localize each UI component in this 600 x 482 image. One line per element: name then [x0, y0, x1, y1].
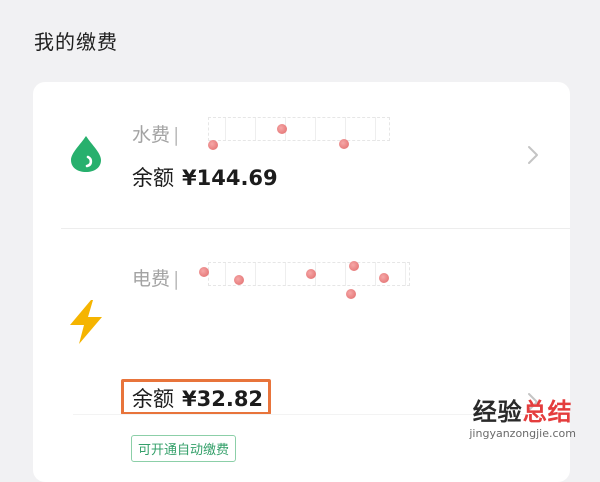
water-bill-name: 水费 |: [132, 120, 179, 147]
auto-pay-badge[interactable]: 可开通自动缴费: [131, 435, 237, 462]
water-bill-separator: |: [173, 124, 180, 146]
watermark-accent: 总结: [522, 398, 573, 426]
water-account-blurred: [208, 117, 390, 141]
electricity-bill-separator: |: [173, 268, 180, 290]
chevron-right-icon: [528, 146, 538, 164]
page-title: 我的缴费: [34, 30, 118, 54]
site-watermark: 经验总结 jingyanzongjie.com: [469, 392, 576, 440]
electricity-bill-name: 电费 |: [132, 264, 179, 291]
water-bill-row[interactable]: 水费 | 余额 ¥144.69: [33, 82, 570, 228]
water-balance: 余额 ¥144.69: [132, 162, 278, 192]
water-balance-value: ¥144.69: [182, 166, 278, 190]
water-balance-label: 余额: [132, 166, 174, 190]
water-drop-icon: [71, 136, 101, 172]
sticker-icon: [349, 261, 359, 271]
electricity-bill-label: 电费: [132, 268, 171, 290]
sticker-icon: [306, 269, 316, 279]
watermark-prefix: 经验: [472, 398, 523, 426]
sticker-icon: [339, 139, 349, 149]
sticker-icon: [346, 289, 356, 299]
lightning-bolt-icon: [70, 300, 102, 344]
sticker-icon: [199, 267, 209, 277]
watermark-logo: 经验总结: [469, 392, 576, 427]
row-divider: [73, 414, 530, 415]
water-bill-label: 水费: [132, 124, 171, 146]
sticker-icon: [277, 124, 287, 134]
sticker-icon: [379, 273, 389, 283]
watermark-url: jingyanzongjie.com: [469, 427, 576, 440]
sticker-icon: [234, 275, 244, 285]
balance-highlight-box: [121, 379, 271, 415]
sticker-icon: [208, 140, 218, 150]
